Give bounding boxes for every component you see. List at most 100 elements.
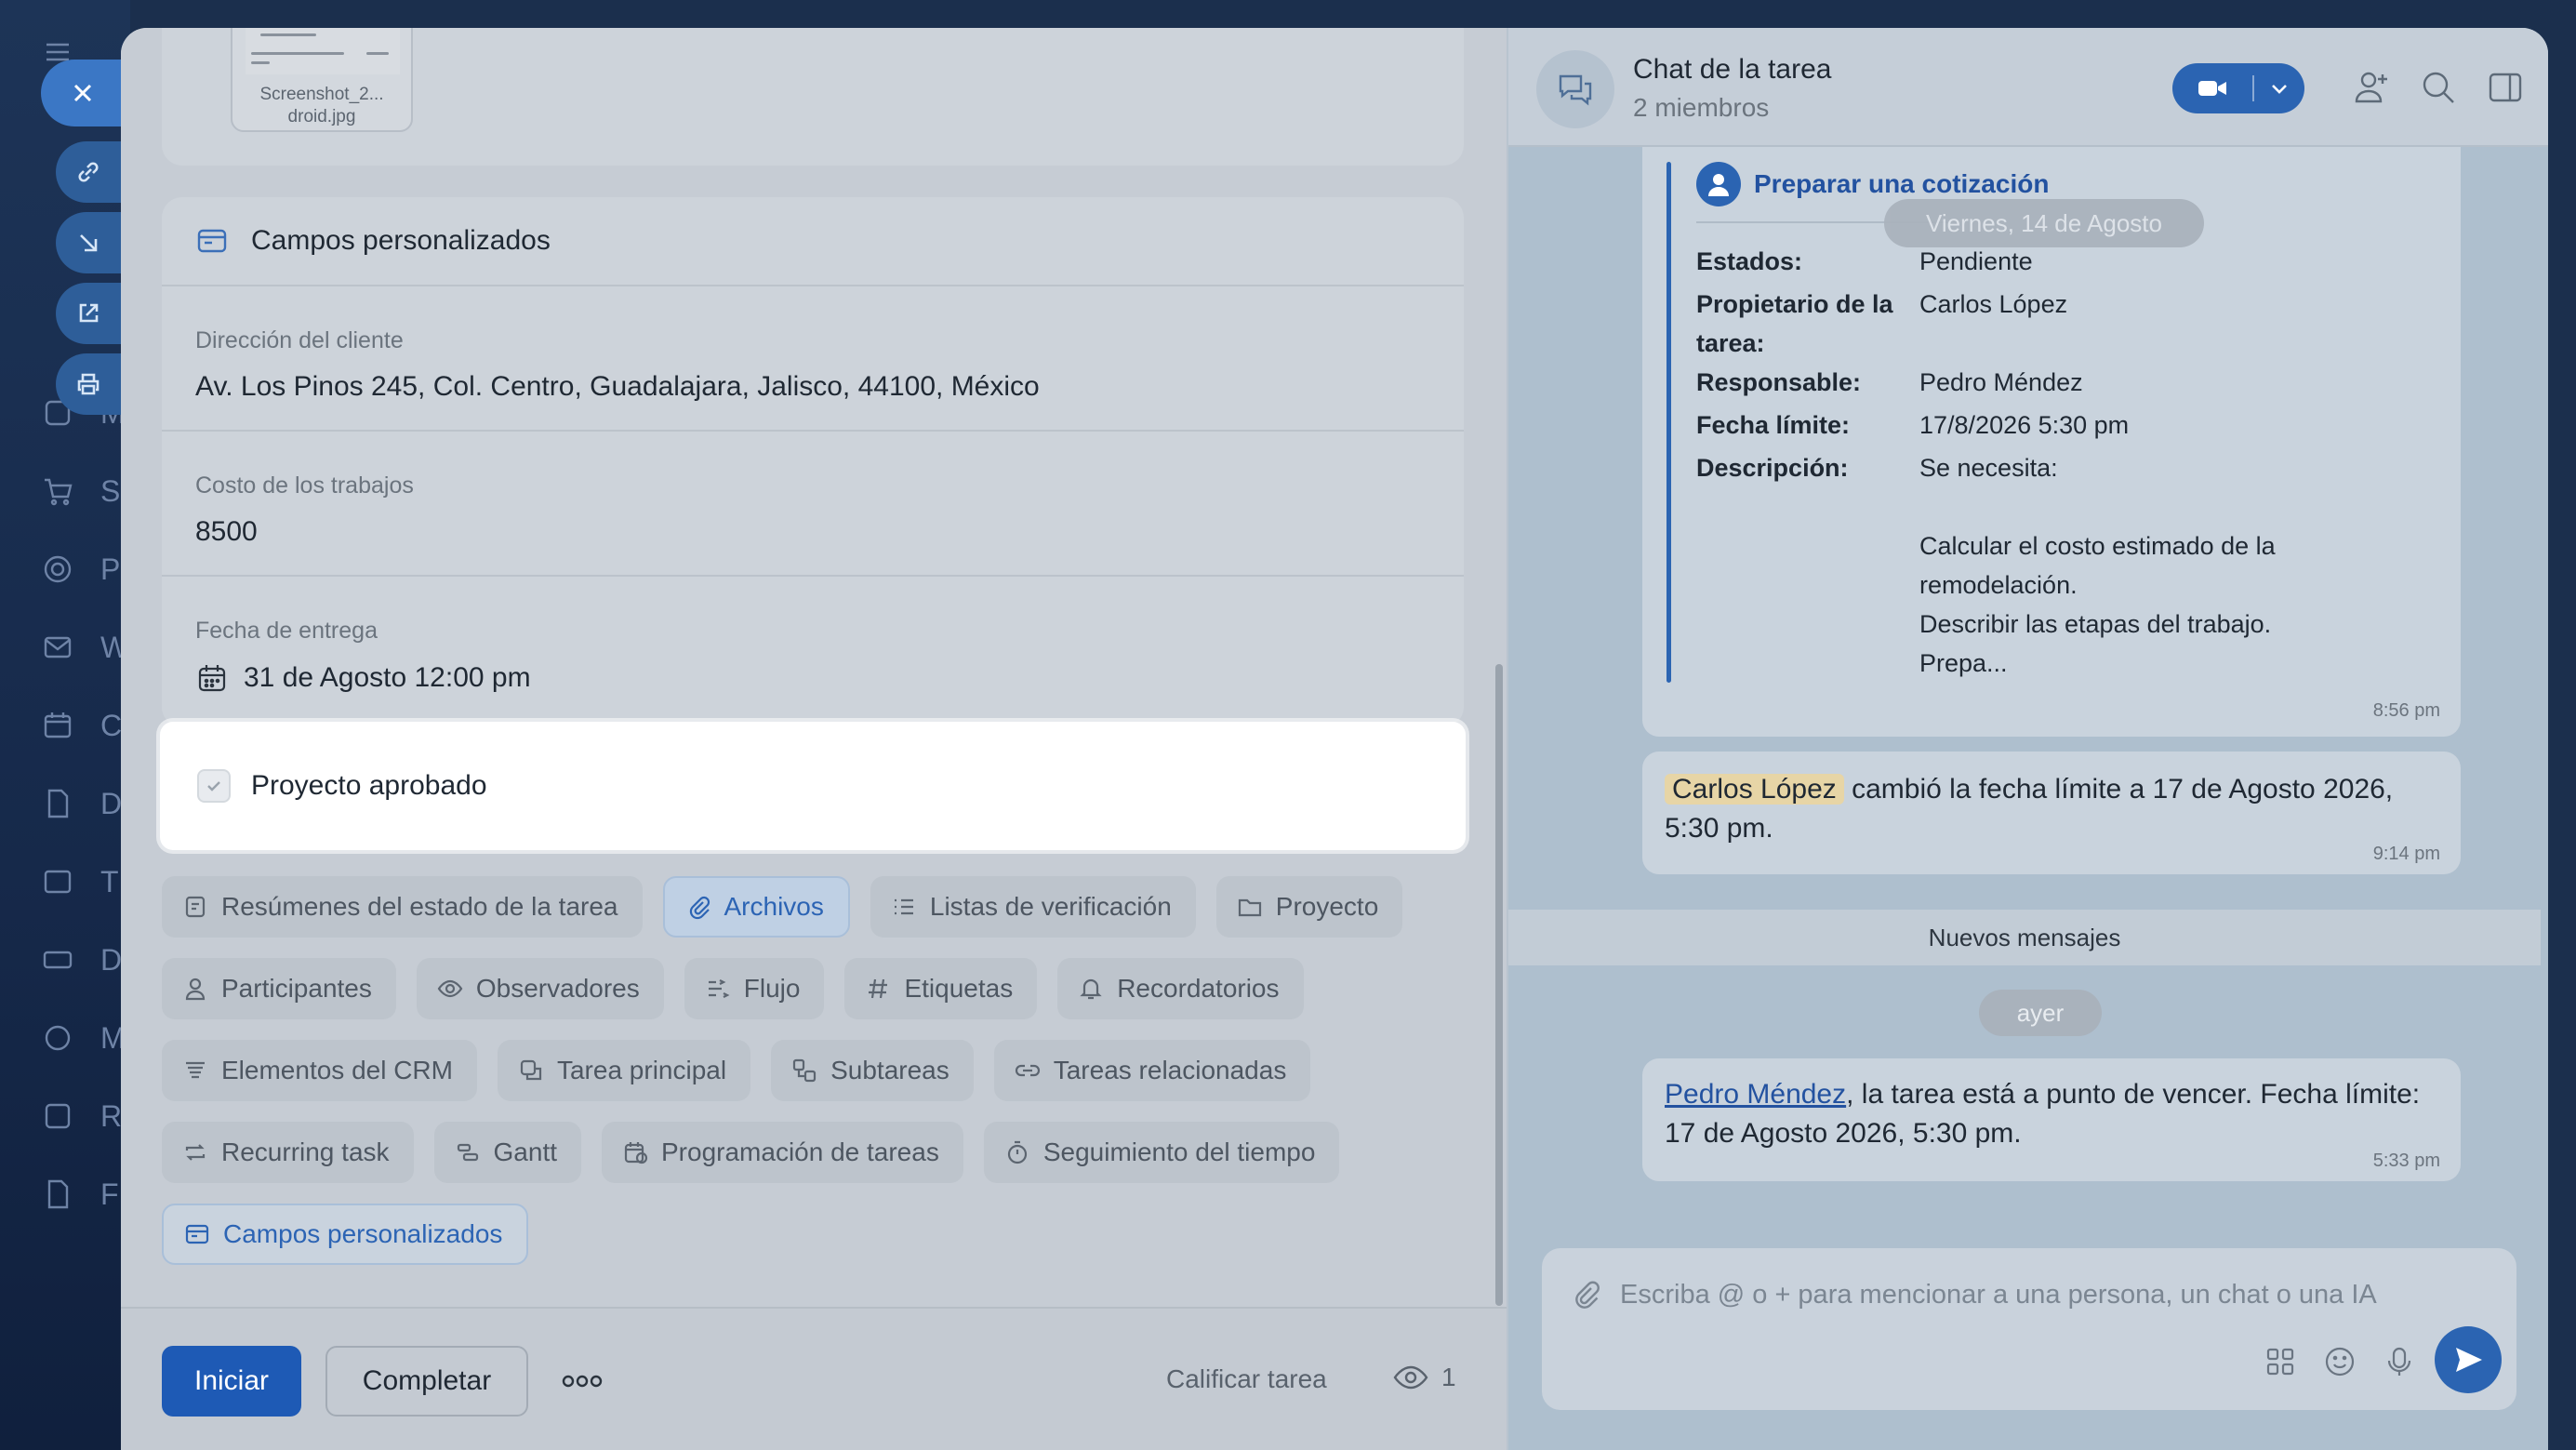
chip-label: Recordatorios — [1117, 974, 1280, 1003]
search-icon[interactable] — [2420, 69, 2457, 106]
message-composer[interactable]: Escriba @ o + para mencionar a una perso… — [1542, 1248, 2516, 1410]
deadline-reminder-message: Pedro Méndez, la tarea está a punto de v… — [1642, 1058, 2461, 1181]
task-link-text: Preparar una cotización — [1754, 169, 2050, 198]
field-client-address[interactable]: Dirección del cliente Av. Los Pinos 245,… — [162, 286, 1464, 432]
chip-label: Recurring task — [221, 1137, 390, 1166]
apps-grid-icon[interactable] — [2264, 1345, 2297, 1378]
video-call-button[interactable] — [2172, 63, 2304, 113]
project-approved-checkbox[interactable] — [197, 769, 231, 803]
chip-crm-elements[interactable]: Elementos del CRM — [162, 1040, 477, 1101]
emoji-icon[interactable] — [2323, 1345, 2357, 1378]
day-separator: ayer — [1979, 990, 2102, 1036]
field-work-cost[interactable]: Costo de los trabajos 8500 — [162, 432, 1464, 577]
field-label: Costo de los trabajos — [195, 472, 414, 499]
bg-sidebar-item: P — [41, 551, 125, 588]
user-mention[interactable]: Carlos López — [1665, 774, 1844, 805]
chip-project[interactable]: Proyecto — [1215, 876, 1403, 938]
chat-messages[interactable]: Preparar una cotización Estados: Pendient… — [1508, 147, 2548, 1263]
chip-time-tracking[interactable]: Seguimiento del tiempo — [983, 1122, 1340, 1183]
row-value: Pedro Méndez — [1919, 368, 2083, 396]
calendar-icon — [198, 665, 226, 692]
chip-parent-task[interactable]: Tarea principal — [497, 1040, 751, 1101]
print-button[interactable] — [56, 353, 125, 415]
bg-sidebar-letter: R — [100, 1098, 123, 1133]
add-member-icon[interactable] — [2353, 69, 2390, 106]
bg-sidebar-item: R — [41, 1097, 125, 1135]
attach-icon[interactable] — [1570, 1278, 1601, 1314]
person-icon — [185, 978, 206, 1001]
task-scroll-area[interactable]: Screenshot_2... droid.jpg Campos persona… — [121, 28, 1507, 1307]
scrollbar[interactable] — [1495, 664, 1503, 1306]
project-approved-field[interactable]: Proyecto aprobado — [160, 722, 1466, 850]
chip-status-summaries[interactable]: Resúmenes del estado de la tarea — [162, 876, 643, 938]
microphone-icon[interactable] — [2383, 1345, 2416, 1378]
chip-label: Resúmenes del estado de la tarea — [221, 892, 618, 921]
close-slider-button[interactable] — [41, 60, 128, 126]
chip-label: Observadores — [475, 974, 640, 1003]
field-value: Av. Los Pinos 245, Col. Centro, Guadalaj… — [195, 371, 1464, 403]
message-input[interactable]: Escriba @ o + para mencionar a una perso… — [1620, 1280, 2377, 1310]
new-messages-divider: Nuevos mensajes — [1508, 910, 2541, 965]
row-value: Carlos López — [1919, 290, 2068, 318]
chat-avatar — [1536, 50, 1614, 128]
chip-task-scheduling[interactable]: Programación de tareas — [602, 1122, 963, 1183]
chat-title: Chat de la tarea — [1633, 54, 1832, 85]
repeat-icon — [185, 1144, 206, 1161]
bg-sidebar-item: M — [41, 1019, 126, 1057]
chip-label: Tareas relacionadas — [1053, 1056, 1287, 1084]
printer-icon — [77, 373, 100, 395]
chip-label: Elementos del CRM — [221, 1056, 453, 1084]
bg-sidebar-item: F — [41, 1176, 125, 1213]
sidebar-toggle-icon[interactable] — [2487, 69, 2524, 106]
message-text: Carlos López cambió la fecha límite a 17… — [1665, 770, 2437, 848]
field-value-text: Av. Los Pinos 245, Col. Centro, Guadalaj… — [195, 371, 1040, 402]
chip-label: Gantt — [493, 1137, 557, 1166]
chip-subtasks[interactable]: Subtareas — [771, 1040, 974, 1101]
more-actions-button[interactable] — [554, 1353, 610, 1409]
chip-observers[interactable]: Observadores — [416, 958, 664, 1019]
send-button[interactable] — [2435, 1326, 2502, 1393]
chip-gantt[interactable]: Gantt — [433, 1122, 581, 1183]
user-avatar-icon — [1696, 162, 1741, 206]
chip-label: Listas de verificación — [929, 892, 1172, 921]
chip-custom-fields[interactable]: Campos personalizados — [162, 1204, 529, 1265]
eye-icon — [437, 979, 463, 998]
chip-recurring-task[interactable]: Recurring task — [162, 1122, 414, 1183]
row-key: Descripción: — [1696, 454, 1849, 482]
field-delivery-date[interactable]: Fecha de entrega 31 de Agosto 12:00 pm — [162, 577, 1464, 722]
description-text: remodelación. — [1919, 571, 2078, 599]
download-button[interactable] — [56, 212, 125, 273]
crm-icon — [186, 1061, 205, 1079]
description-text: Prepa... — [1919, 649, 2008, 677]
deadline-changed-message: Carlos López cambió la fecha límite a 17… — [1642, 752, 2461, 874]
chip-row: Recurring task Gantt Programación de tar… — [162, 1122, 1482, 1183]
open-new-window-button[interactable] — [56, 283, 125, 344]
bg-sidebar-letter: P — [100, 552, 121, 586]
chip-related-tasks[interactable]: Tareas relacionadas — [993, 1040, 1311, 1101]
chip-tags[interactable]: Etiquetas — [844, 958, 1038, 1019]
chip-checklists[interactable]: Listas de verificación — [870, 876, 1196, 938]
row-key: Estados: — [1696, 247, 1803, 275]
chip-label: Etiquetas — [904, 974, 1014, 1003]
parent-task-icon — [520, 1059, 542, 1081]
link-icon — [1015, 1064, 1040, 1077]
user-mention-link[interactable]: Pedro Méndez — [1665, 1079, 1846, 1110]
complete-button[interactable]: Completar — [325, 1346, 528, 1417]
chip-label: Campos personalizados — [223, 1219, 503, 1248]
rate-task-link[interactable]: Calificar tarea — [1166, 1364, 1327, 1394]
chat-header: Chat de la tarea 2 miembros — [1508, 28, 2548, 147]
chat-members-count[interactable]: 2 miembros — [1633, 93, 1769, 123]
chevron-down-icon[interactable] — [2254, 82, 2304, 95]
copy-link-button[interactable] — [56, 141, 125, 203]
chip-files[interactable]: Archivos — [662, 876, 850, 938]
chip-reminders[interactable]: Recordatorios — [1057, 958, 1304, 1019]
views-count: 1 — [1441, 1363, 1456, 1391]
task-slider: Screenshot_2... droid.jpg Campos persona… — [121, 28, 2548, 1450]
chip-flow[interactable]: Flujo — [684, 958, 825, 1019]
start-button[interactable]: Iniciar — [162, 1346, 301, 1417]
bg-sidebar-letter: F — [100, 1177, 119, 1211]
file-thumbnail[interactable]: Screenshot_2... droid.jpg — [231, 28, 413, 132]
chip-participants[interactable]: Participantes — [162, 958, 396, 1019]
views-counter[interactable]: 1 — [1393, 1363, 1456, 1392]
chat-bubbles-icon — [1559, 74, 1592, 106]
